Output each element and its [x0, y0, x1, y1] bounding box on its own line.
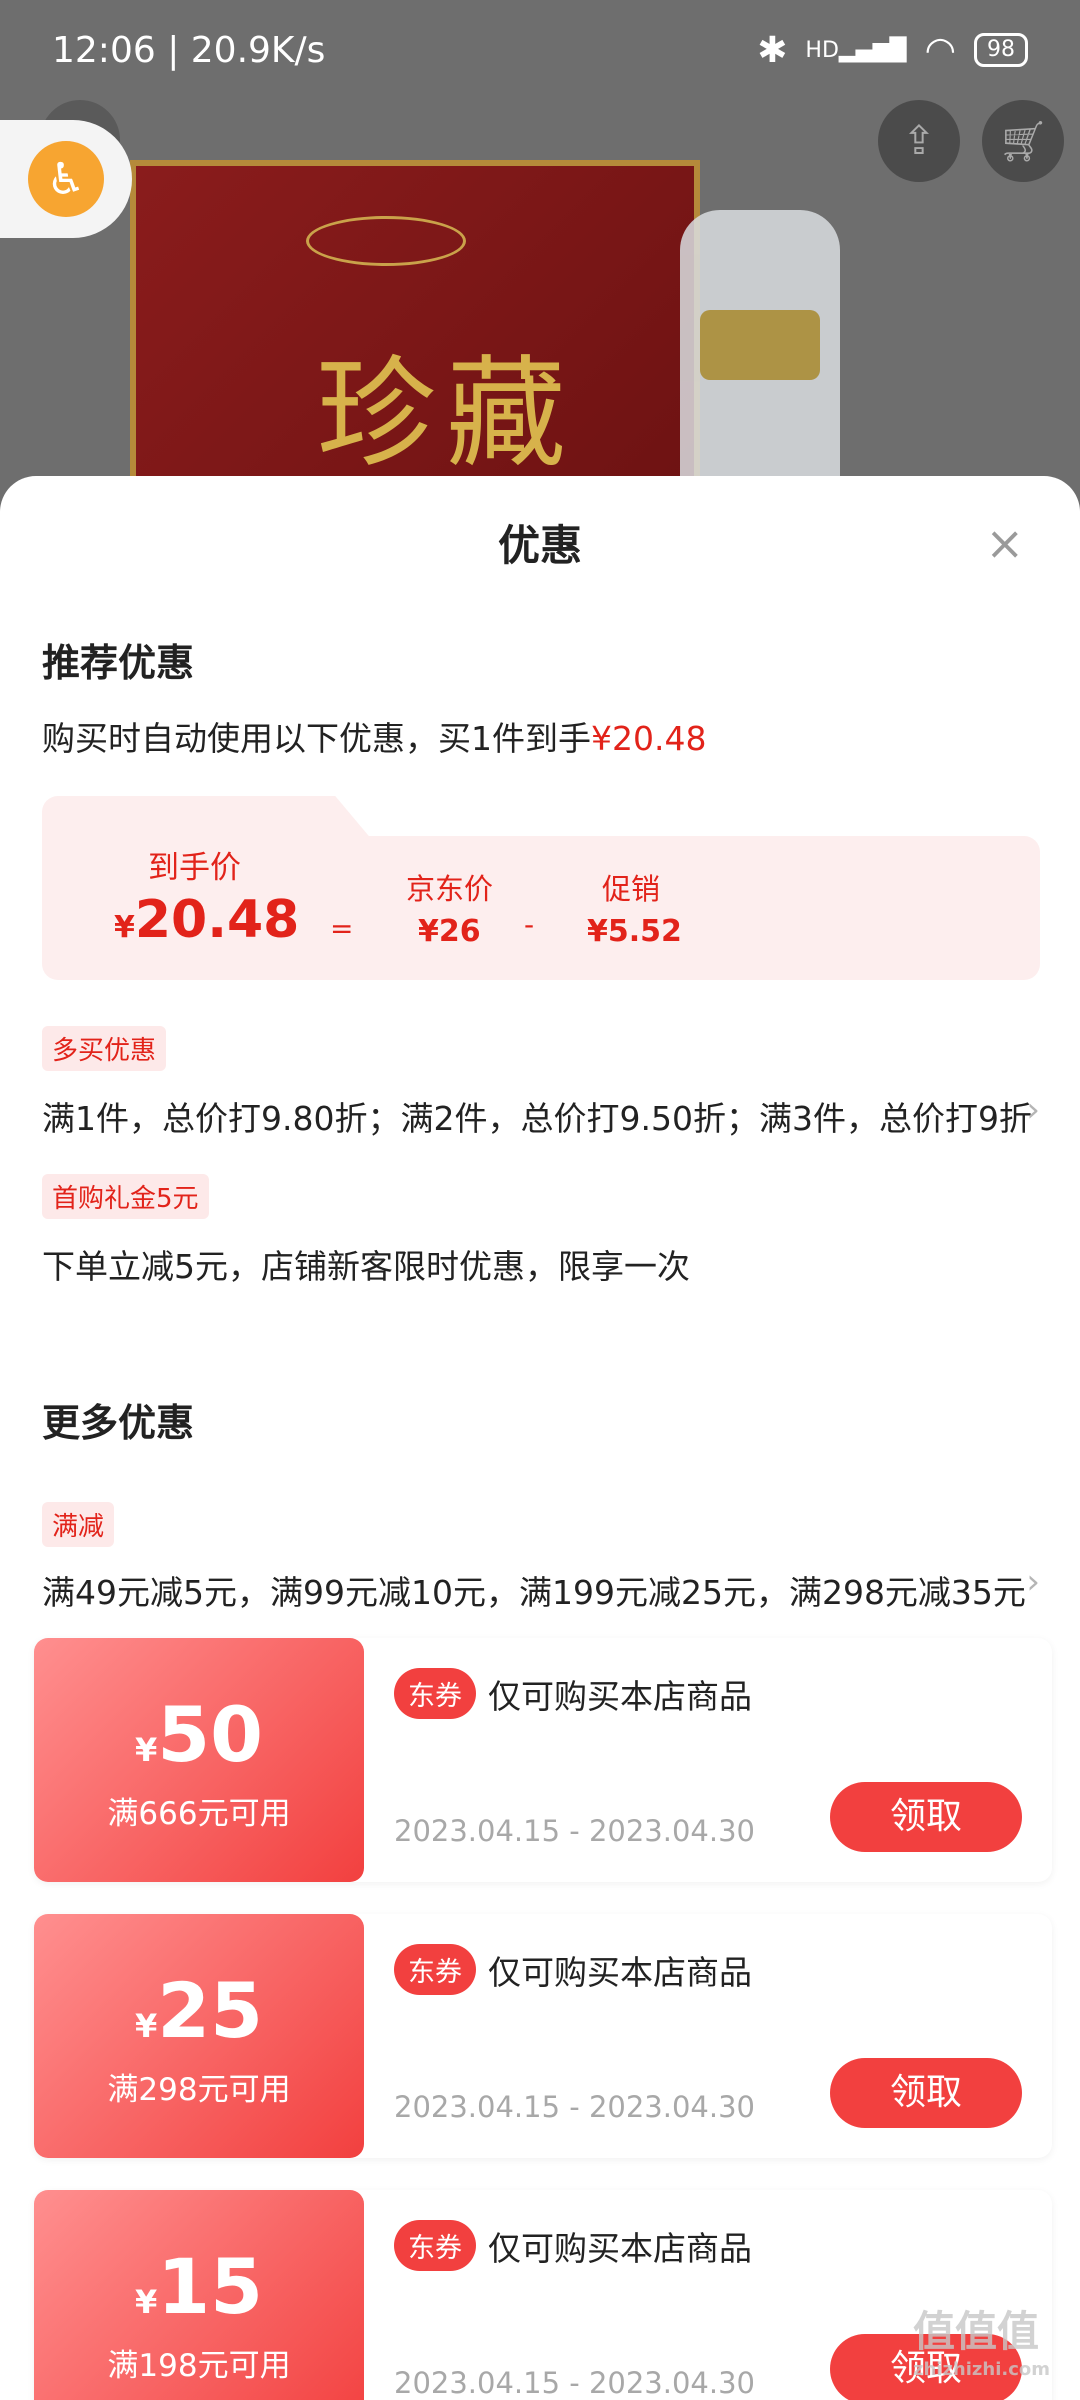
- promo-label: 促销: [602, 872, 661, 906]
- promo-text-full-reduction[interactable]: 满49元减5元，满99元减10元，满199元减25元，满298元减35元: [42, 1566, 1026, 1614]
- promo-tag-first-buy: 首购礼金5元: [42, 1174, 209, 1219]
- coupon-badge: 东券: [394, 1668, 476, 1719]
- coupon-card: ¥25 满298元可用 东券 仅可购买本店商品 2023.04.15 - 202…: [34, 1914, 1052, 2158]
- promo-text-bulk[interactable]: 满1件，总价打9.80折；满2件，总价打9.50折；满3件，总价打9折: [42, 1092, 1032, 1140]
- jd-price-label: 京东价: [406, 872, 494, 906]
- promo-text-first-buy: 下单立减5元，店铺新客限时优惠，限享一次: [42, 1247, 690, 1286]
- signal-icon: HD▂▄▆█: [805, 37, 907, 63]
- minus-sign: -: [524, 908, 535, 941]
- coupon-amount: ¥25: [134, 1966, 264, 2055]
- coupon-badge: 东券: [394, 1944, 476, 1995]
- coupon-date: 2023.04.15 - 2023.04.30: [394, 2090, 755, 2124]
- status-bar: 12:06 | 20.9K/s ✱ HD▂▄▆█ ◠ 98: [0, 0, 1080, 100]
- recommended-title: 推荐优惠: [42, 641, 195, 685]
- coupon-condition: 满198元可用: [107, 2348, 291, 2384]
- coupon-amount-panel: ¥25 满298元可用: [34, 1914, 364, 2158]
- coupon-card: ¥15 满198元可用 东券 仅可购买本店商品 2023.04.15 - 202…: [34, 2190, 1052, 2400]
- coupon-amount-panel: ¥15 满198元可用: [34, 2190, 364, 2400]
- claim-button[interactable]: 领取: [830, 1782, 1022, 1852]
- close-icon[interactable]: ×: [985, 516, 1024, 570]
- cart-icon[interactable]: 🛒︎: [982, 100, 1064, 182]
- coupon-date: 2023.04.15 - 2023.04.30: [394, 2366, 755, 2400]
- coupon-card: ¥50 满666元可用 东券 仅可购买本店商品 2023.04.15 - 202…: [34, 1638, 1052, 1882]
- coupon-description: 仅可购买本店商品: [488, 2229, 752, 2268]
- accessibility-button[interactable]: ♿︎: [0, 120, 132, 238]
- final-price: ¥20.48: [114, 890, 300, 950]
- accessibility-icon: ♿︎: [28, 141, 104, 217]
- site-watermark: 值值值 zhizhizhi.com: [912, 2307, 1050, 2380]
- final-price-label: 到手价: [148, 850, 241, 886]
- brand-logo: [306, 216, 466, 266]
- claim-button[interactable]: 领取: [830, 2058, 1022, 2128]
- coupon-condition: 满298元可用: [107, 2072, 291, 2108]
- coupon-amount: ¥50: [134, 1690, 264, 1779]
- coupon-amount: ¥15: [134, 2242, 264, 2331]
- share-icon[interactable]: ⇪: [878, 100, 960, 182]
- promo-tag-bulk: 多买优惠: [42, 1026, 167, 1071]
- battery-icon: 98: [974, 33, 1028, 67]
- promo-tag-full-reduction: 满减: [42, 1502, 115, 1547]
- product-box-text: 珍藏: [316, 345, 576, 484]
- bluetooth-icon: ✱: [757, 29, 788, 71]
- coupon-badge: 东券: [394, 2220, 476, 2271]
- coupon-description: 仅可购买本店商品: [488, 1677, 752, 1716]
- chevron-right-icon[interactable]: ›: [1026, 1562, 1040, 1602]
- equals-sign: =: [330, 912, 354, 945]
- promo-value: ¥5.52: [587, 914, 682, 949]
- sheet-title: 优惠: [497, 521, 582, 570]
- coupon-condition: 满666元可用: [107, 1796, 291, 1832]
- coupon-date: 2023.04.15 - 2023.04.30: [394, 1814, 755, 1848]
- product-bottle: [680, 210, 840, 520]
- summary-price: ¥20.48: [591, 719, 707, 758]
- bottle-cap: [700, 310, 820, 380]
- product-image: 珍藏: [130, 160, 700, 520]
- discount-sheet: 优惠 × 推荐优惠 购买时自动使用以下优惠，买1件到手¥20.48 到手价 ¥2…: [0, 476, 1080, 2400]
- status-time: 12:06 | 20.9K/s: [52, 29, 326, 71]
- wifi-icon: ◠: [924, 29, 956, 71]
- recommended-summary: 购买时自动使用以下优惠，买1件到手¥20.48: [42, 719, 707, 758]
- chevron-right-icon[interactable]: ›: [1026, 1090, 1040, 1130]
- more-title: 更多优惠: [42, 1401, 195, 1445]
- jd-price: ¥26: [418, 914, 481, 949]
- coupon-description: 仅可购买本店商品: [488, 1953, 752, 1992]
- coupon-amount-panel: ¥50 满666元可用: [34, 1638, 364, 1882]
- price-breakdown-card: 到手价 ¥20.48 = 京东价 ¥26 - 促销 ¥5.52: [42, 796, 1040, 980]
